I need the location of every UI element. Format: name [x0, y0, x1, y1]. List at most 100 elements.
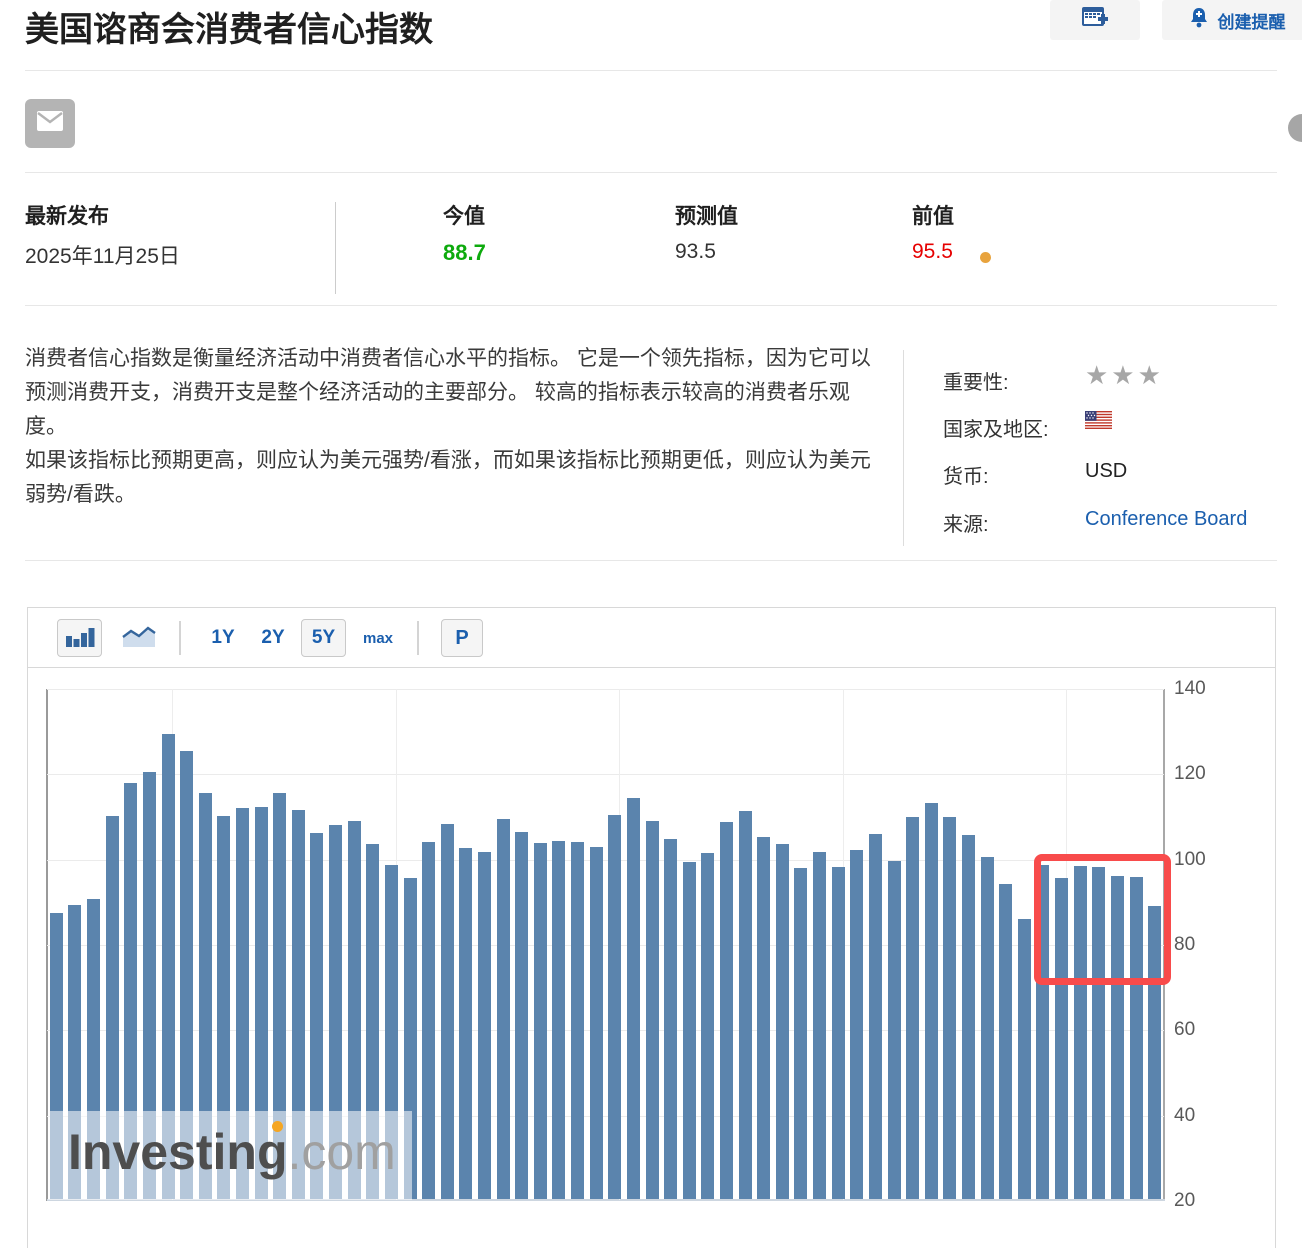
- bar-2024-08: [869, 834, 882, 1199]
- source-link[interactable]: Conference Board: [1085, 508, 1247, 531]
- bar-chart-icon: [65, 624, 95, 653]
- side-action-button[interactable]: [1288, 114, 1302, 142]
- y-tick-label: 100: [1174, 849, 1206, 871]
- bar-2023-01: [515, 832, 528, 1199]
- range-1y-button[interactable]: 1Y: [200, 619, 246, 657]
- bar-2025-01: [962, 835, 975, 1199]
- chart-card: 1Y 2Y 5Y max P Investing.com 140 120 100 80…: [27, 607, 1276, 1248]
- divider: [179, 621, 181, 655]
- divider: [335, 202, 336, 294]
- bar-2025-03: [999, 884, 1012, 1199]
- economic-indicator-page: 美国谘商会消费者信心指数 创建提醒: [0, 0, 1302, 1248]
- envelope-icon: [37, 111, 63, 136]
- add-to-calendar-button[interactable]: [1050, 0, 1140, 40]
- y-tick-label: 60: [1174, 1019, 1195, 1041]
- chart-plot[interactable]: Investing.com: [47, 689, 1164, 1201]
- revision-dot-icon: [980, 252, 991, 263]
- bar-2023-04: [571, 842, 584, 1199]
- bar-2024-03: [776, 844, 789, 1199]
- y-tick-label: 120: [1174, 763, 1206, 785]
- bar-2022-10: [459, 848, 472, 1199]
- description-paragraph-1: 消费者信心指数是衡量经济活动中消费者信心水平的指标。 它是一个领先指标，因为它可…: [25, 342, 873, 444]
- y-axis-labels: 14012010080604020: [1174, 689, 1234, 1201]
- bar-2023-11: [701, 853, 714, 1199]
- previous-label: 前值: [912, 200, 954, 230]
- bar-2024-07: [850, 850, 863, 1199]
- us-flag-icon: [1085, 411, 1112, 434]
- create-alert-button[interactable]: 创建提醒: [1162, 0, 1302, 40]
- chart-toolbar: 1Y 2Y 5Y max P: [28, 608, 1275, 668]
- h-gridline: [47, 774, 1164, 775]
- p-button[interactable]: P: [441, 619, 483, 657]
- bar-2022-12: [497, 819, 510, 1199]
- indicator-description: 消费者信心指数是衡量经济活动中消费者信心水平的指标。 它是一个领先指标，因为它可…: [25, 342, 873, 512]
- calendar-plus-icon: [1080, 4, 1110, 37]
- bar-2025-04: [1018, 919, 1031, 1199]
- bar-2022-11: [478, 852, 491, 1199]
- bar-2023-05: [590, 847, 603, 1199]
- bar-2024-09: [888, 861, 901, 1199]
- previous-value: 95.5: [912, 240, 953, 264]
- bar-2025-02: [981, 857, 994, 1199]
- description-paragraph-2: 如果该指标比预期更高，则应认为美元强势/看涨，而如果该指标比预期更低，则应认为美…: [25, 444, 873, 512]
- bar-2023-07: [627, 798, 640, 1199]
- y-tick-label: 80: [1174, 934, 1195, 956]
- latest-release-date: 2025年11月25日: [25, 240, 180, 270]
- y-tick-label: 140: [1174, 678, 1206, 700]
- bar-2023-09: [664, 839, 677, 1199]
- bar-2024-10: [906, 817, 919, 1199]
- divider: [903, 350, 904, 546]
- currency-label: 货币:: [943, 460, 989, 489]
- divider: [25, 305, 1277, 306]
- divider: [25, 560, 1277, 561]
- actual-value: 88.7: [443, 240, 486, 266]
- watermark-text: Investing.com: [68, 1123, 396, 1181]
- line-chart-type-button[interactable]: [116, 619, 161, 657]
- importance-stars: ★★★: [1085, 360, 1164, 391]
- watermark-dot-icon: [272, 1121, 283, 1132]
- create-alert-label: 创建提醒: [1218, 8, 1286, 33]
- bar-2023-06: [608, 815, 621, 1199]
- bar-2024-05: [813, 852, 826, 1199]
- range-2y-button[interactable]: 2Y: [250, 619, 296, 657]
- bar-2024-01: [739, 811, 752, 1199]
- bell-icon: [1189, 7, 1209, 34]
- h-gridline: [47, 860, 1164, 861]
- highlight-rectangle: [1034, 854, 1171, 985]
- bar-2024-04: [794, 868, 807, 1199]
- h-gridline: [47, 945, 1164, 946]
- email-share-button[interactable]: [25, 99, 75, 148]
- bar-chart-type-button[interactable]: [57, 619, 102, 657]
- bar-2023-10: [683, 862, 696, 1199]
- divider: [417, 621, 419, 655]
- actual-label: 今值: [443, 200, 485, 230]
- bar-2023-12: [720, 822, 733, 1199]
- latest-release-label: 最新发布: [25, 200, 109, 230]
- bar-2023-03: [552, 841, 565, 1199]
- importance-label: 重要性:: [943, 366, 1009, 395]
- watermark: Investing.com: [48, 1111, 412, 1200]
- range-max-button[interactable]: max: [354, 619, 402, 657]
- bar-2023-08: [646, 821, 659, 1199]
- bar-2024-06: [832, 867, 845, 1199]
- y-tick-label: 20: [1174, 1190, 1195, 1212]
- bar-2024-12: [943, 817, 956, 1199]
- forecast-value: 93.5: [675, 240, 716, 264]
- country-label: 国家及地区:: [943, 413, 1049, 442]
- bar-2024-02: [757, 837, 770, 1199]
- page-title: 美国谘商会消费者信心指数: [25, 2, 433, 51]
- forecast-label: 预测值: [675, 200, 738, 230]
- bar-2022-08: [422, 842, 435, 1199]
- source-label: 来源:: [943, 508, 989, 537]
- bar-2023-02: [534, 843, 547, 1199]
- currency-value: USD: [1085, 460, 1127, 483]
- h-gridline: [47, 689, 1164, 690]
- bar-2022-09: [441, 824, 454, 1199]
- line-chart-icon: [121, 623, 157, 654]
- bar-2024-11: [925, 803, 938, 1199]
- h-gridline: [47, 1030, 1164, 1031]
- divider: [25, 172, 1277, 173]
- divider: [25, 70, 1277, 71]
- y-tick-label: 40: [1174, 1105, 1195, 1127]
- range-5y-button-selected[interactable]: 5Y: [301, 619, 346, 657]
